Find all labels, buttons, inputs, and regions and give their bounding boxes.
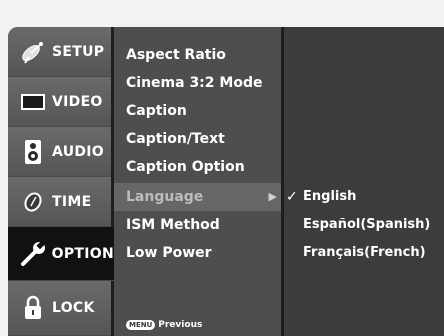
submenu-item-label: Cinema 3:2 Mode — [126, 75, 263, 91]
nav-item-time[interactable]: TIME — [8, 177, 111, 227]
submenu-item-label: Caption/Text — [126, 131, 225, 147]
nav-item-video[interactable]: VIDEO — [8, 77, 111, 127]
speaker-icon — [18, 139, 48, 165]
nav-item-audio[interactable]: AUDIO — [8, 127, 111, 177]
nav-item-label: VIDEO — [52, 93, 103, 110]
submenu-item-caption[interactable]: Caption — [114, 97, 281, 125]
submenu-item-label: Low Power — [126, 245, 212, 261]
submenu-item-low-power[interactable]: Low Power — [114, 239, 281, 267]
tv-menu-screen: SETUP VIDEO AUDIO TIME OPTION LOCK Aspec… — [8, 27, 444, 336]
nav-item-label: SETUP — [52, 43, 105, 60]
submenu-item-label: Caption — [126, 103, 187, 119]
wrench-icon — [18, 240, 48, 267]
submenu-item-caption-text[interactable]: Caption/Text — [114, 125, 281, 153]
language-option-label: English — [303, 189, 357, 204]
nav-item-label: OPTION — [51, 245, 114, 262]
submenu-arrow-icon: ▶ — [268, 190, 277, 203]
nav-item-option[interactable]: OPTION — [8, 227, 114, 281]
nav-item-setup[interactable]: SETUP — [8, 27, 111, 77]
submenu-item-label: Aspect Ratio — [126, 47, 226, 63]
nav-item-label: AUDIO — [52, 143, 105, 160]
language-option-english[interactable]: ✓ English — [284, 183, 444, 211]
submenu-item-label: Caption Option — [126, 159, 245, 175]
language-option-label: Français(French) — [303, 245, 426, 260]
satellite-dish-icon — [18, 39, 48, 65]
submenu-item-aspect-ratio[interactable]: Aspect Ratio — [114, 41, 281, 69]
previous-hint: MENU Previous — [126, 320, 202, 330]
nav-item-label: TIME — [52, 193, 92, 210]
clock-icon — [18, 189, 48, 215]
language-option-spanish[interactable]: Español(Spanish) — [284, 211, 444, 239]
language-option-french[interactable]: Français(French) — [284, 239, 444, 267]
main-menu-nav: SETUP VIDEO AUDIO TIME OPTION LOCK — [8, 27, 114, 336]
submenu-item-label: Language — [126, 189, 204, 205]
submenu-item-caption-option[interactable]: Caption Option — [114, 153, 281, 181]
submenu-item-ism-method[interactable]: ISM Method — [114, 211, 281, 239]
previous-label: Previous — [158, 320, 203, 330]
padlock-icon — [18, 295, 48, 321]
nav-item-label: LOCK — [52, 300, 95, 316]
option-submenu: Aspect Ratio Cinema 3:2 Mode Caption Cap… — [114, 27, 281, 336]
submenu-item-label: ISM Method — [126, 217, 220, 233]
language-options: ✓ English Español(Spanish) Français(Fren… — [284, 27, 444, 336]
submenu-item-language[interactable]: Language ▶ — [114, 183, 281, 211]
language-option-label: Español(Spanish) — [303, 217, 431, 232]
menu-key-icon: MENU — [126, 320, 156, 330]
checkmark-icon: ✓ — [286, 189, 298, 205]
nav-item-lock[interactable]: LOCK — [8, 281, 111, 336]
tv-screen-icon — [18, 89, 48, 115]
submenu-item-cinema-mode[interactable]: Cinema 3:2 Mode — [114, 69, 281, 97]
